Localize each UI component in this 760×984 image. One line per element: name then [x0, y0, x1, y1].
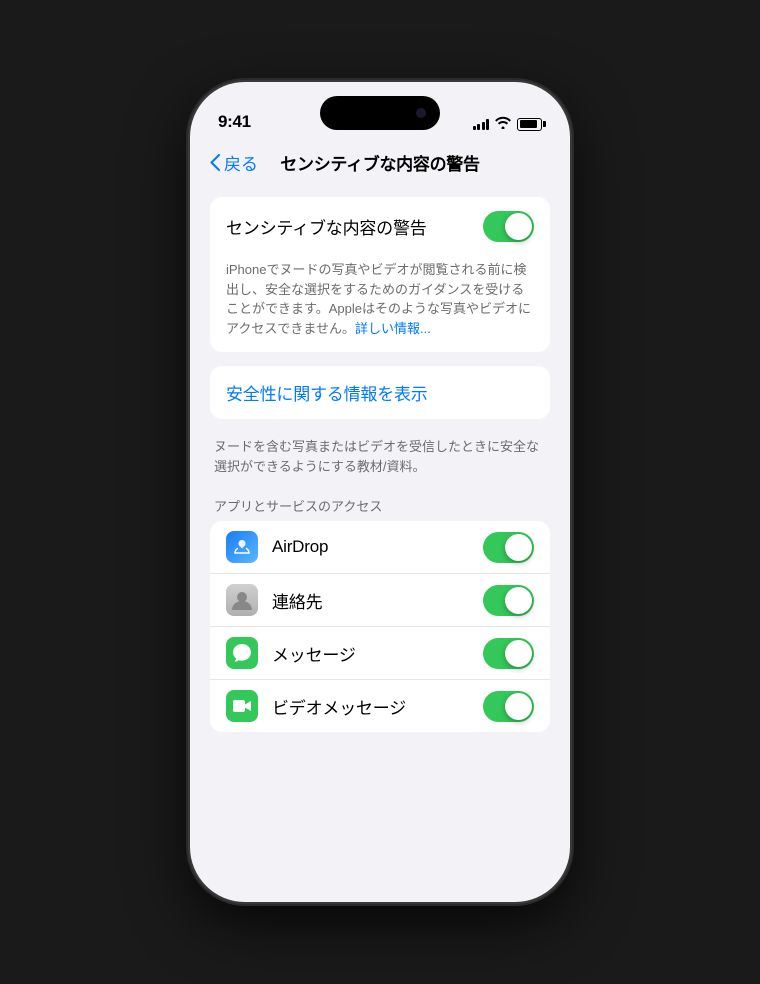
airdrop-icon	[226, 531, 258, 563]
nav-title: センシティブな内容の警告	[280, 150, 479, 175]
status-time: 9:41	[218, 112, 251, 132]
signal-icon	[473, 118, 490, 130]
camera-dot	[416, 108, 426, 118]
video-messages-name: ビデオメッセージ	[272, 694, 469, 719]
more-info-link[interactable]: 詳しい情報...	[355, 321, 431, 336]
nav-bar: 戻る センシティブな内容の警告	[190, 142, 570, 187]
safety-info-card[interactable]: 安全性に関する情報を表示	[210, 366, 550, 419]
app-list-card: AirDrop	[210, 521, 550, 732]
messages-icon	[226, 637, 258, 669]
main-description: iPhoneでヌードの写真やビデオが閲覧される前に検出し、安全な選択をするための…	[210, 256, 550, 352]
airdrop-toggle[interactable]	[483, 532, 534, 563]
battery-icon	[517, 118, 542, 131]
video-messages-row: ビデオメッセージ	[210, 680, 550, 732]
main-toggle[interactable]	[483, 211, 534, 242]
contacts-icon	[226, 584, 258, 616]
messages-row: メッセージ	[210, 627, 550, 680]
main-toggle-label: センシティブな内容の警告	[226, 214, 427, 239]
contacts-row: 連絡先	[210, 574, 550, 627]
facetime-icon	[226, 690, 258, 722]
safety-description: ヌードを含む写真またはビデオを受信したときに安全な選択ができるようにする教材/資…	[210, 433, 550, 490]
safety-info-row[interactable]: 安全性に関する情報を表示	[210, 366, 550, 419]
main-toggle-row: センシティブな内容の警告	[210, 197, 550, 256]
phone-frame: 9:41	[190, 82, 570, 902]
wifi-icon	[495, 116, 511, 132]
messages-toggle[interactable]	[483, 638, 534, 669]
safety-link-label[interactable]: 安全性に関する情報を表示	[226, 380, 428, 405]
video-messages-toggle[interactable]	[483, 691, 534, 722]
back-label: 戻る	[224, 150, 258, 175]
airdrop-name: AirDrop	[272, 537, 469, 557]
contacts-name: 連絡先	[272, 588, 469, 613]
back-button[interactable]: 戻る	[210, 150, 258, 175]
screen: 9:41	[190, 82, 570, 902]
contacts-toggle[interactable]	[483, 585, 534, 616]
airdrop-row: AirDrop	[210, 521, 550, 574]
main-toggle-card: センシティブな内容の警告 iPhoneでヌードの写真やビデオが閲覧される前に検出…	[210, 197, 550, 352]
dynamic-island	[320, 96, 440, 130]
section-label: アプリとサービスのアクセス	[210, 490, 550, 521]
status-icons	[473, 116, 543, 132]
content-area: センシティブな内容の警告 iPhoneでヌードの写真やビデオが閲覧される前に検出…	[190, 187, 570, 887]
messages-name: メッセージ	[272, 641, 469, 666]
